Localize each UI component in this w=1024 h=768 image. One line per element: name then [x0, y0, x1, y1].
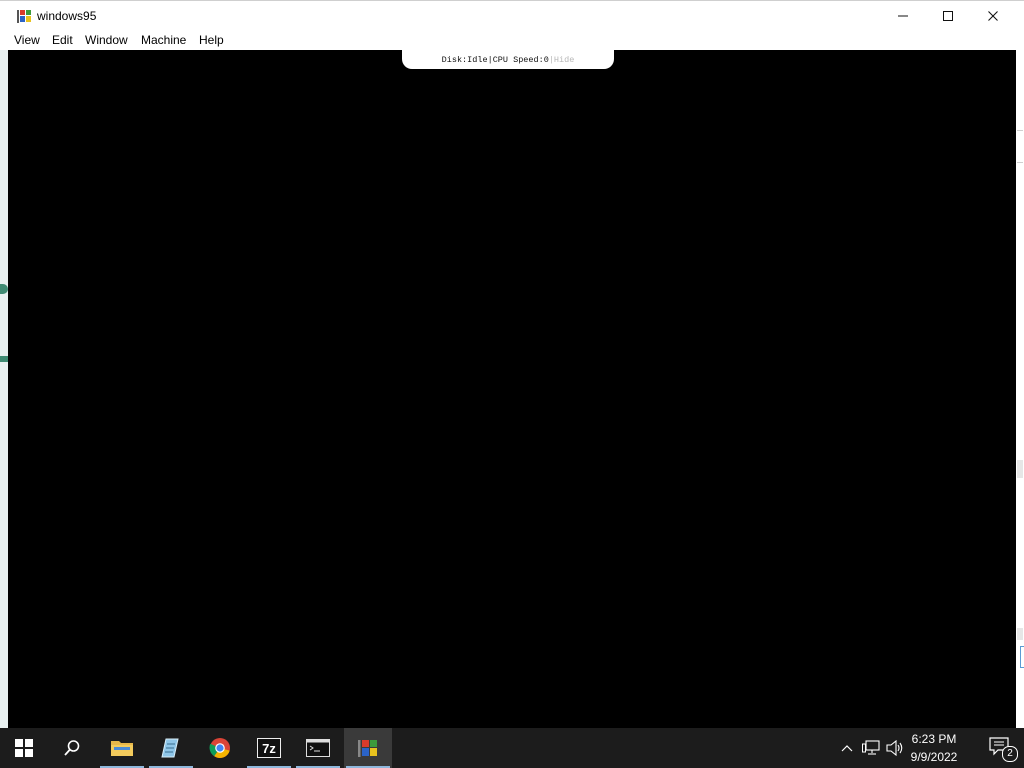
chevron-up-icon [841, 745, 853, 752]
terminal-icon [306, 739, 330, 757]
disk-status: Idle [467, 54, 488, 65]
maximize-icon [943, 11, 953, 21]
notification-count-badge: 2 [1002, 746, 1018, 762]
close-button[interactable] [970, 1, 1016, 31]
network-tray-button[interactable] [860, 728, 882, 768]
taskbar-chrome[interactable] [196, 728, 244, 768]
minimize-button[interactable] [880, 1, 926, 31]
show-hidden-icons-button[interactable] [836, 728, 858, 768]
notepad-icon [161, 738, 179, 758]
windows95-flag-icon [17, 10, 31, 23]
menu-view[interactable]: View [14, 33, 40, 47]
search-icon [64, 740, 80, 756]
cpu-label: CPU Speed: [492, 54, 544, 65]
close-icon [988, 11, 998, 21]
search-button[interactable] [48, 728, 96, 768]
menu-edit[interactable]: Edit [52, 33, 73, 47]
taskbar-7zip[interactable]: 7z [245, 728, 293, 768]
status-bar: Disk: Idle | CPU Speed: 0 | Hide [402, 50, 614, 69]
disk-label: Disk: [441, 54, 468, 65]
menu-window[interactable]: Window [85, 33, 128, 47]
taskbar-terminal[interactable] [294, 728, 342, 768]
taskbar-clock[interactable]: 6:23 PM 9/9/2022 [896, 730, 972, 766]
emulator-screen[interactable] [8, 50, 1016, 740]
taskbar-windows95[interactable] [344, 728, 392, 768]
menu-machine[interactable]: Machine [141, 33, 186, 47]
network-icon [862, 740, 880, 755]
window-title: windows95 [37, 9, 97, 23]
title-bar[interactable]: windows95 [0, 0, 1024, 31]
start-button[interactable] [0, 728, 48, 768]
taskbar-notepad[interactable] [147, 728, 195, 768]
clock-date: 9/9/2022 [910, 750, 958, 764]
taskbar-file-explorer[interactable] [98, 728, 146, 768]
action-center-button[interactable]: 2 [988, 736, 1018, 762]
minimize-icon [898, 15, 908, 17]
7zip-label: 7z [262, 741, 276, 756]
7zip-icon: 7z [257, 738, 281, 758]
taskbar: 7z 6:23 PM 9/9/2022 2 [0, 728, 1024, 768]
file-explorer-icon [111, 741, 133, 756]
maximize-button[interactable] [925, 1, 971, 31]
clock-time: 6:23 PM [911, 732, 957, 746]
windows-start-icon [15, 739, 33, 757]
menu-bar: View Edit Window Machine Help [0, 30, 1024, 50]
hide-status-button[interactable]: Hide [554, 55, 574, 65]
menu-help[interactable]: Help [199, 33, 224, 47]
app-window: windows95 View Edit Window Machine Help … [0, 0, 1024, 740]
windows95-app-icon [358, 740, 377, 757]
chrome-icon [209, 738, 230, 758]
